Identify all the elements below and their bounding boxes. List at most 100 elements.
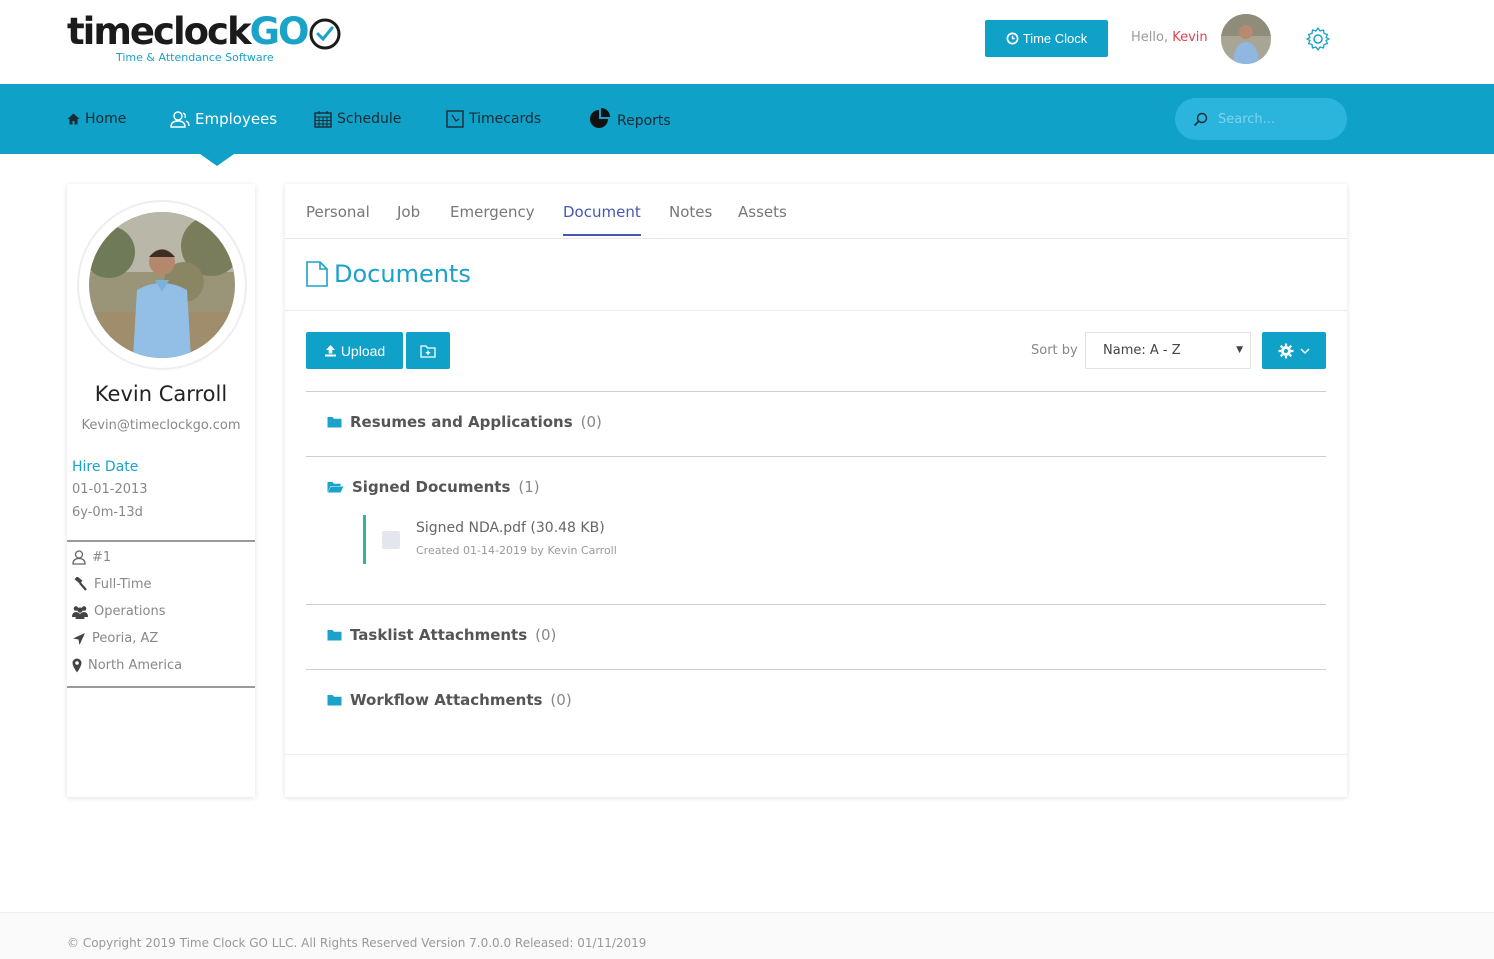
- upload-icon: [324, 345, 336, 357]
- page-footer: © Copyright 2019 Time Clock GO LLC. All …: [0, 912, 1494, 959]
- document-settings-button[interactable]: [1262, 332, 1326, 369]
- documents-heading: Documents: [306, 260, 471, 288]
- nav-label-employees: Employees: [195, 110, 278, 128]
- folder-divider: [306, 669, 1326, 670]
- time-clock-label: Time Clock: [1022, 31, 1088, 46]
- sort-by-label: Sort by: [1031, 343, 1078, 358]
- location-row: Peoria, AZ: [72, 631, 158, 646]
- profile-divider: [67, 540, 255, 542]
- title-divider: [285, 310, 1347, 311]
- clock-icon: [1006, 32, 1019, 45]
- folder-icon: [327, 695, 342, 706]
- folder-name: Resumes and Applications: [350, 413, 573, 431]
- nav-label-home: Home: [85, 111, 127, 127]
- new-folder-button[interactable]: [406, 332, 450, 369]
- employee-profile-card: Kevin Carroll Kevin@timeclockgo.com Hire…: [67, 184, 255, 797]
- tab-assets[interactable]: Assets: [738, 203, 787, 234]
- folder-name: Workflow Attachments: [350, 691, 543, 709]
- tab-document[interactable]: Document: [563, 203, 641, 236]
- detail-tabs: Personal Job Emergency Document Notes As…: [285, 184, 1347, 239]
- users-icon: [170, 110, 190, 128]
- group-icon: [72, 605, 88, 619]
- employee-email[interactable]: Kevin@timeclockgo.com: [67, 418, 255, 433]
- tab-personal[interactable]: Personal: [306, 203, 370, 234]
- tenure-value: 6y-0m-13d: [72, 505, 143, 520]
- timecard-icon: [446, 110, 464, 128]
- folder-name: Signed Documents: [352, 478, 511, 496]
- region-row: North America: [72, 658, 182, 673]
- folder-count: (1): [518, 478, 540, 496]
- hire-date-label: Hire Date: [72, 459, 139, 475]
- nav-item-home[interactable]: Home: [67, 84, 126, 154]
- file-accent-bar: [363, 515, 366, 564]
- time-clock-button[interactable]: Time Clock: [985, 20, 1108, 57]
- folder-signed-documents[interactable]: Signed Documents (1): [327, 478, 540, 496]
- employment-type: Full-Time: [94, 577, 152, 592]
- department: Operations: [94, 604, 166, 619]
- folder-workflow-attachments[interactable]: Workflow Attachments (0): [327, 691, 572, 709]
- profile-divider-bottom: [67, 686, 255, 688]
- caret-down-icon: ▼: [1236, 345, 1243, 355]
- employee-detail-panel: Personal Job Emergency Document Notes As…: [285, 184, 1347, 797]
- folder-divider: [306, 604, 1326, 605]
- folder-resumes[interactable]: Resumes and Applications (0): [327, 413, 602, 431]
- profile-photo-image: [89, 212, 235, 358]
- logo-clock-icon: [309, 18, 341, 50]
- profile-photo-frame: [77, 200, 247, 370]
- global-search[interactable]: [1175, 98, 1347, 140]
- documents-title: Documents: [334, 260, 471, 288]
- folder-count: (0): [550, 691, 572, 709]
- nav-item-employees[interactable]: Employees: [170, 84, 277, 154]
- user-first-name: Kevin: [1172, 30, 1208, 45]
- folder-count: (0): [535, 626, 557, 644]
- file-meta: Created 01-14-2019 by Kevin Carroll: [416, 544, 617, 557]
- sort-select[interactable]: Name: A - Z ▼: [1085, 332, 1251, 369]
- copyright-text: © Copyright 2019 Time Clock GO LLC. All …: [67, 936, 647, 950]
- active-nav-pointer: [200, 154, 234, 166]
- location-arrow-icon: [73, 632, 85, 645]
- new-folder-icon: [420, 344, 436, 358]
- user-avatar[interactable]: [1221, 14, 1271, 64]
- folder-tasklist-attachments[interactable]: Tasklist Attachments (0): [327, 626, 556, 644]
- search-input[interactable]: [1218, 111, 1338, 127]
- upload-button[interactable]: Upload: [306, 332, 403, 369]
- folder-count: (0): [580, 413, 602, 431]
- pie-chart-icon: [590, 108, 610, 128]
- document-icon: [306, 261, 328, 287]
- file-name[interactable]: Signed NDA.pdf (30.48 KB): [416, 520, 605, 536]
- location: Peoria, AZ: [92, 631, 159, 646]
- gavel-icon: [74, 577, 87, 591]
- brand-logo[interactable]: timeclockGO Time & Attendance Software: [67, 10, 342, 64]
- search-icon: [1193, 112, 1208, 126]
- nav-item-reports[interactable]: Reports: [588, 84, 671, 154]
- region: North America: [88, 658, 183, 673]
- folder-divider: [306, 391, 1326, 392]
- hire-date-value: 01-01-2013: [72, 482, 148, 497]
- home-icon: [67, 113, 80, 125]
- nav-label-schedule: Schedule: [337, 111, 402, 127]
- employee-id-row: #1: [72, 550, 111, 565]
- user-icon: [72, 550, 86, 565]
- tab-notes[interactable]: Notes: [669, 203, 712, 234]
- logo-tagline: Time & Attendance Software: [116, 51, 274, 64]
- top-header: timeclockGO Time & Attendance Software T…: [0, 0, 1494, 84]
- tab-emergency[interactable]: Emergency: [450, 203, 535, 234]
- profile-photo[interactable]: [89, 212, 235, 358]
- avatar-image: [1221, 14, 1271, 64]
- nav-item-timecards[interactable]: Timecards: [446, 84, 541, 154]
- upload-label: Upload: [340, 342, 386, 359]
- employee-id: #1: [92, 550, 112, 565]
- file-checkbox[interactable]: [382, 531, 400, 549]
- main-nav: Home Employees Schedule Timecards Report…: [0, 84, 1494, 154]
- folder-icon: [327, 630, 342, 641]
- department-row: Operations: [72, 604, 165, 619]
- user-greeting: Hello, Kevin: [1131, 30, 1208, 45]
- folder-divider: [306, 456, 1326, 457]
- map-marker-icon: [72, 658, 82, 673]
- folder-name: Tasklist Attachments: [350, 626, 528, 644]
- tab-job[interactable]: Job: [397, 203, 420, 234]
- cog-icon: [1278, 343, 1294, 358]
- employee-name: Kevin Carroll: [94, 382, 228, 406]
- nav-item-schedule[interactable]: Schedule: [314, 84, 401, 154]
- settings-gear-icon[interactable]: [1305, 26, 1331, 52]
